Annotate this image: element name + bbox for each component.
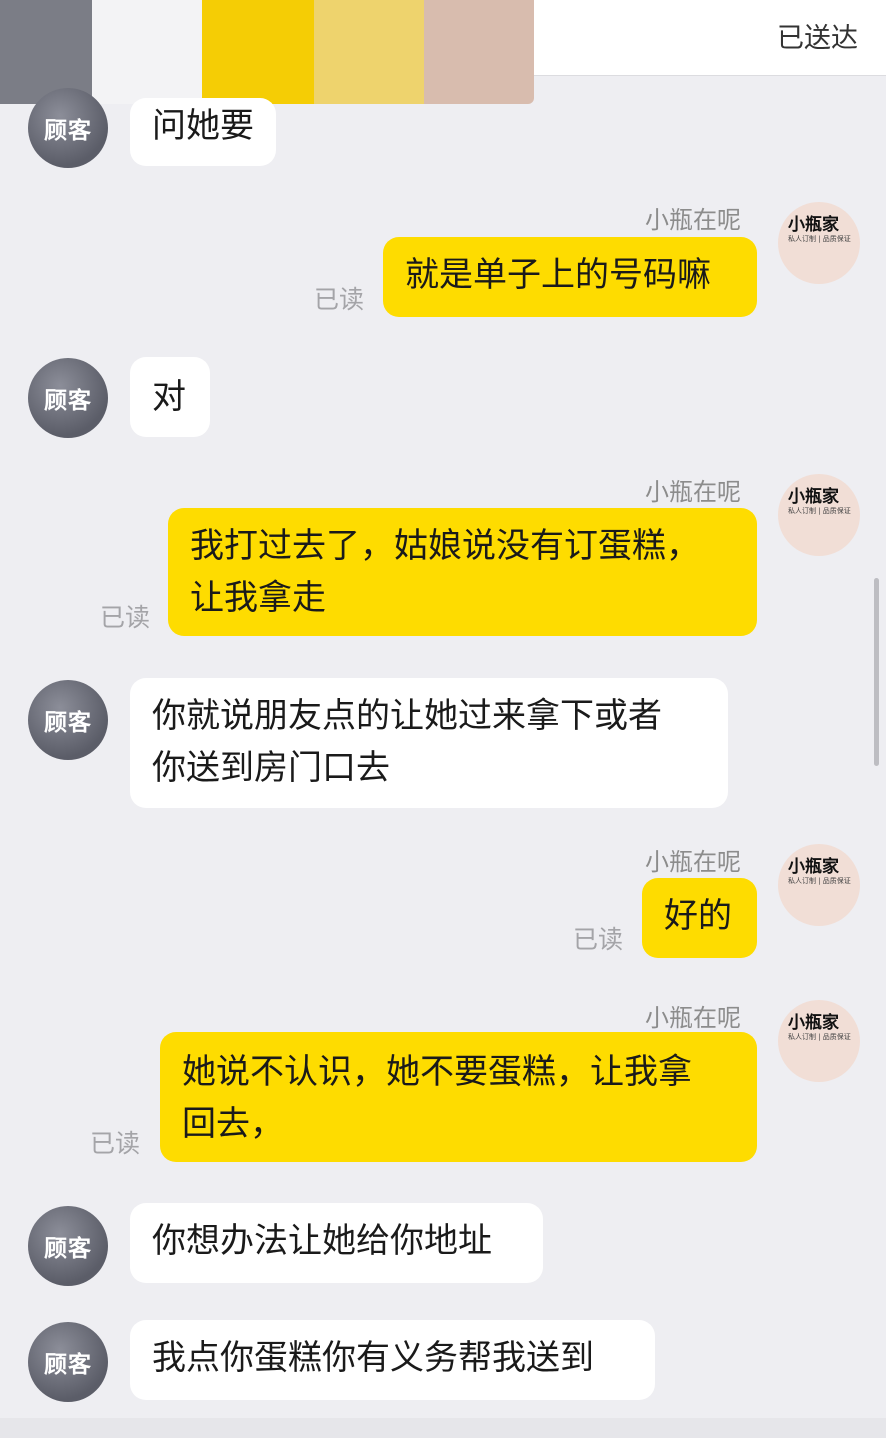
shop-avatar-subtitle: 私人订制 | 品质保证 <box>788 877 851 885</box>
color-swatch <box>202 0 314 104</box>
message-text-line: 让我拿走 <box>190 578 326 618</box>
shop-message-bubble[interactable]: 她说不认识，她不要蛋糕，让我拿 回去， <box>160 1032 757 1162</box>
message-text: 我点你蛋糕你有义务帮我送到 <box>152 1338 594 1378</box>
customer-avatar-label: 顾客 <box>44 1352 92 1378</box>
message-text-line: 你就说朋友点的让她过来拿下或者 <box>152 696 662 736</box>
shop-avatar-brand: 小瓶家 <box>788 487 839 507</box>
scrollbar[interactable] <box>874 578 879 766</box>
customer-avatar[interactable]: 顾客 <box>28 1322 108 1402</box>
color-swatch <box>92 0 202 104</box>
customer-message-bubble[interactable]: 对 <box>130 357 210 437</box>
customer-message-bubble[interactable]: 你就说朋友点的让她过来拿下或者 你送到房门口去 <box>130 678 728 808</box>
customer-avatar-label: 顾客 <box>44 1236 92 1262</box>
shop-avatar[interactable]: 小瓶家 私人订制 | 品质保证 <box>778 844 860 926</box>
sender-name: 小瓶在呢 <box>645 1004 741 1032</box>
shop-avatar[interactable]: 小瓶家 私人订制 | 品质保证 <box>778 202 860 284</box>
message-text-line: 我打过去了，姑娘说没有订蛋糕， <box>190 526 700 566</box>
shop-avatar-brand: 小瓶家 <box>788 857 839 877</box>
message-text: 就是单子上的号码嘛 <box>405 255 711 295</box>
message-text: 对 <box>152 377 186 417</box>
sender-name: 小瓶在呢 <box>645 848 741 876</box>
customer-message-bubble[interactable]: 你想办法让她给你地址 <box>130 1203 543 1283</box>
color-swatch <box>314 0 424 104</box>
customer-avatar[interactable]: 顾客 <box>28 358 108 438</box>
message-text-line: 你送到房门口去 <box>152 748 390 788</box>
shop-message-bubble[interactable]: 就是单子上的号码嘛 <box>383 237 757 317</box>
customer-avatar[interactable]: 顾客 <box>28 1206 108 1286</box>
color-swatch <box>424 0 534 104</box>
customer-message-bubble[interactable]: 问她要 <box>130 98 276 166</box>
shop-avatar-brand: 小瓶家 <box>788 215 839 235</box>
message-text: 好的 <box>664 896 732 936</box>
read-receipt: 已读 <box>90 1129 141 1158</box>
customer-avatar[interactable]: 顾客 <box>28 680 108 760</box>
customer-message-bubble[interactable]: 我点你蛋糕你有义务帮我送到 <box>130 1320 655 1400</box>
read-receipt: 已读 <box>314 285 365 314</box>
shop-avatar[interactable]: 小瓶家 私人订制 | 品质保证 <box>778 1000 860 1082</box>
customer-avatar-label: 顾客 <box>44 388 92 414</box>
message-text: 问她要 <box>152 106 254 146</box>
read-receipt: 已读 <box>573 925 624 954</box>
shop-message-bubble[interactable]: 我打过去了，姑娘说没有订蛋糕， 让我拿走 <box>168 508 757 636</box>
read-receipt: 已读 <box>100 603 151 632</box>
customer-avatar-label: 顾客 <box>44 710 92 736</box>
sender-name: 小瓶在呢 <box>645 206 741 234</box>
customer-avatar-label: 顾客 <box>44 118 92 144</box>
delivery-status: 已送达 <box>777 23 858 54</box>
shop-avatar-subtitle: 私人订制 | 品质保证 <box>788 235 851 243</box>
shop-message-bubble[interactable]: 好的 <box>642 878 757 958</box>
message-text-line: 回去， <box>182 1104 284 1144</box>
message-text: 你想办法让她给你地址 <box>152 1221 492 1261</box>
shop-avatar-brand: 小瓶家 <box>788 1013 839 1033</box>
shop-avatar-subtitle: 私人订制 | 品质保证 <box>788 1033 851 1041</box>
customer-avatar[interactable]: 顾客 <box>28 88 108 168</box>
bottom-bar <box>0 1418 886 1438</box>
shop-avatar[interactable]: 小瓶家 私人订制 | 品质保证 <box>778 474 860 556</box>
sender-name: 小瓶在呢 <box>645 478 741 506</box>
shop-avatar-subtitle: 私人订制 | 品质保证 <box>788 507 851 515</box>
message-text-line: 她说不认识，她不要蛋糕，让我拿 <box>182 1052 692 1092</box>
